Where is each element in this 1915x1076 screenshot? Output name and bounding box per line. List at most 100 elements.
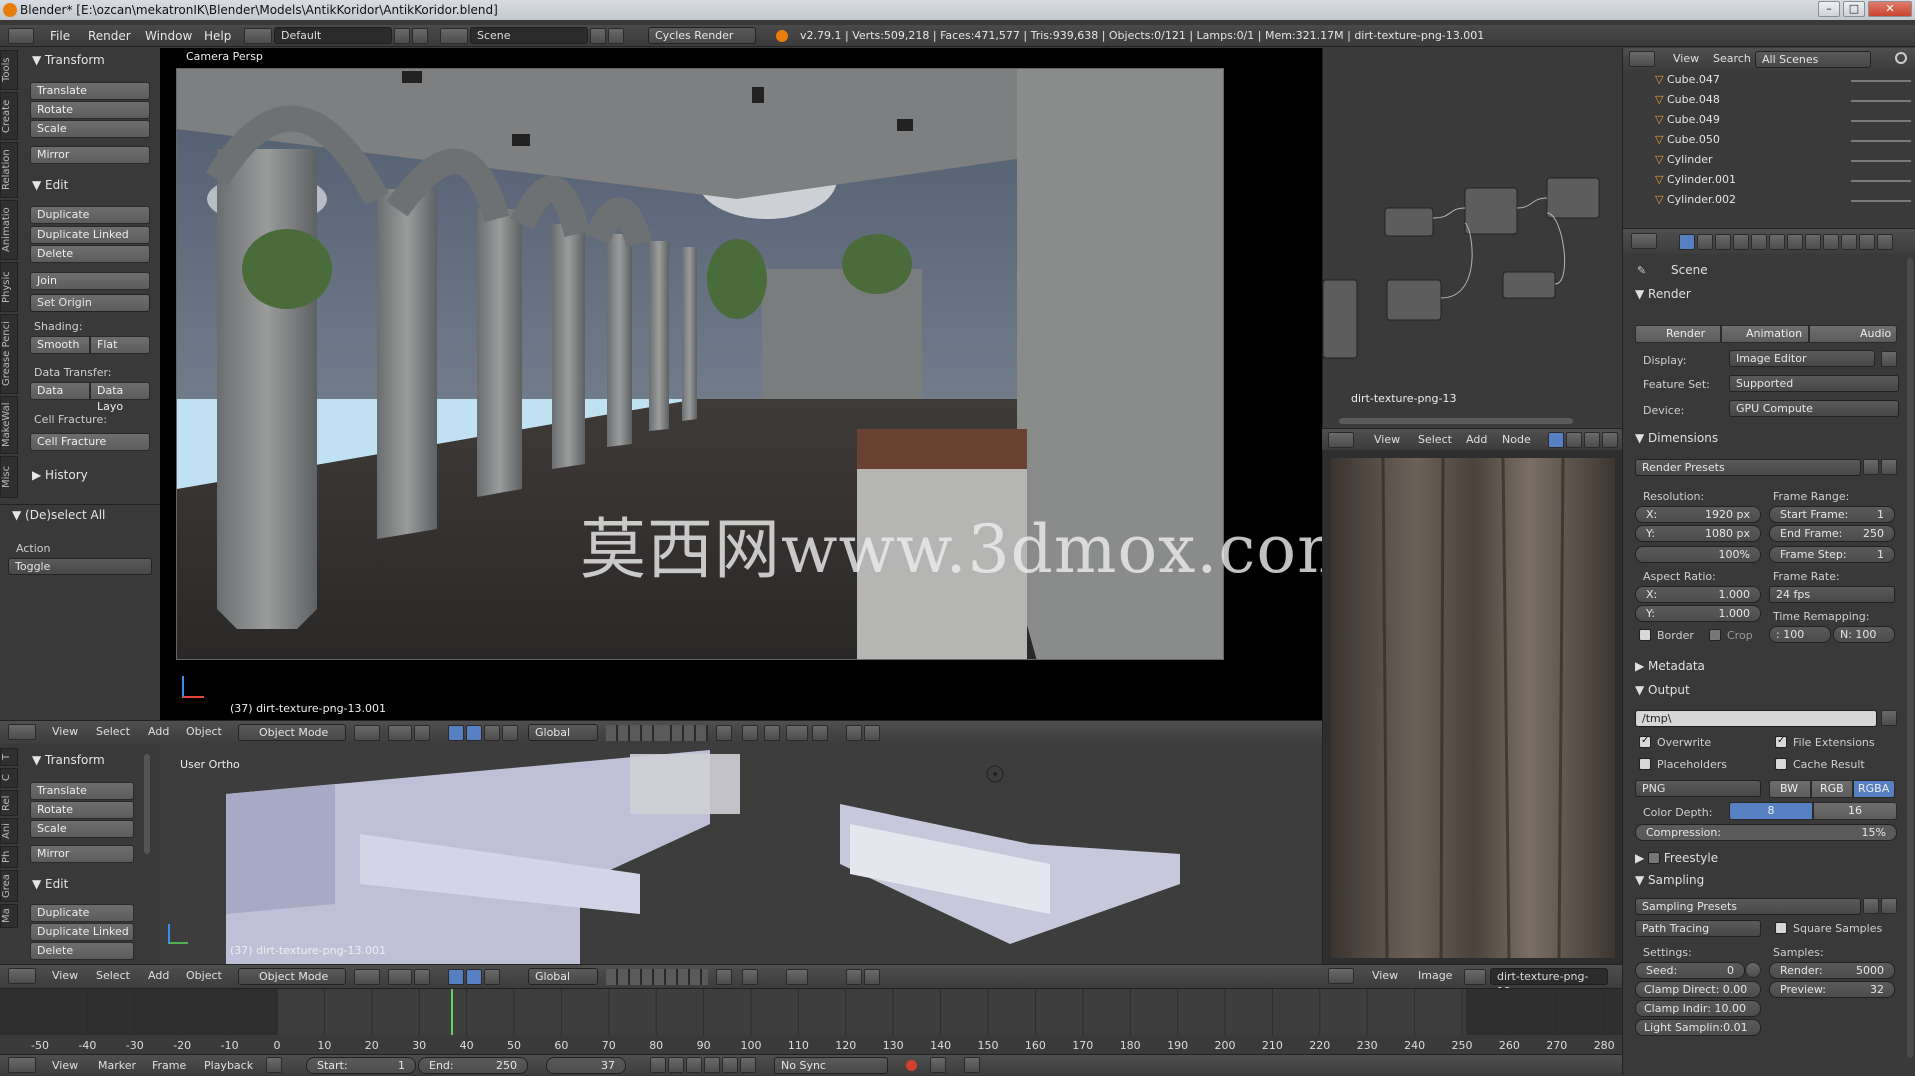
tab-animation[interactable]: Animatio: [0, 200, 18, 260]
resolution-y-field[interactable]: Y: 1080 px: [1635, 525, 1761, 542]
smooth-button[interactable]: Smooth: [30, 336, 90, 354]
tab-ani[interactable]: Ani: [0, 818, 18, 844]
next-keyframe-icon[interactable]: [722, 1057, 738, 1073]
image-menu-view[interactable]: View: [1372, 965, 1398, 987]
timeline-menu-view[interactable]: View: [52, 1055, 78, 1076]
node-menu-select[interactable]: Select: [1418, 429, 1452, 451]
layout-field[interactable]: Default: [274, 27, 392, 44]
constraints-tab-icon[interactable]: [1769, 234, 1785, 250]
viewport-3d-bottom[interactable]: User Ortho (37) dirt-texture-png-13.001: [160, 744, 1322, 964]
particles-tab-icon[interactable]: [1859, 234, 1875, 250]
proportional-icon[interactable]: [742, 725, 758, 741]
shader-node-icon[interactable]: [1548, 432, 1564, 448]
data-button[interactable]: Data: [30, 382, 90, 400]
add-layout-icon[interactable]: [394, 28, 410, 44]
scrollbar[interactable]: [144, 754, 150, 854]
node-editor[interactable]: dirt-texture-png-13: [1322, 48, 1622, 428]
duplicate-button[interactable]: Duplicate: [30, 206, 150, 224]
start-frame-timeline[interactable]: Start: 1: [306, 1057, 416, 1074]
remove-layout-icon[interactable]: [412, 28, 428, 44]
start-frame-field[interactable]: Start Frame: 1: [1769, 506, 1895, 523]
shading-mode-icon[interactable]: [354, 725, 380, 741]
set-origin-button[interactable]: Set Origin: [30, 294, 150, 312]
texture-tab-icon[interactable]: [1841, 234, 1857, 250]
rotate-button[interactable]: Rotate: [30, 101, 150, 119]
render-icon-bottom[interactable]: [846, 969, 862, 985]
outliner-scene-filter[interactable]: All Scenes: [1755, 51, 1871, 68]
record-icon[interactable]: [906, 1060, 917, 1071]
file-extensions-checkbox[interactable]: [1775, 735, 1787, 748]
resolution-x-field[interactable]: X: 1920 px: [1635, 506, 1761, 523]
play-reverse-icon[interactable]: [686, 1057, 702, 1073]
light-sampling-field[interactable]: Light Samplin:0.01: [1635, 1019, 1761, 1036]
sampling-section-header[interactable]: ▼ Sampling: [1635, 870, 1704, 890]
keying-set-icon[interactable]: [964, 1057, 980, 1073]
tab-physics[interactable]: Physic: [0, 262, 18, 312]
prev-keyframe-icon[interactable]: [668, 1057, 684, 1073]
world-tab-icon[interactable]: [1733, 234, 1749, 250]
properties-type-icon[interactable]: [1631, 233, 1657, 249]
material-tab-icon[interactable]: [1823, 234, 1839, 250]
sync-select[interactable]: No Sync: [774, 1057, 888, 1074]
scale-manipulator-icon[interactable]: [484, 725, 500, 741]
texture-node-icon[interactable]: [1566, 432, 1582, 448]
tab-t[interactable]: T: [0, 748, 18, 766]
integrator-select[interactable]: Path Tracing: [1635, 920, 1761, 937]
menu-select-bottom[interactable]: Select: [96, 965, 130, 987]
pin-icon[interactable]: ✎: [1637, 264, 1646, 277]
tab-grease-pencil[interactable]: Grease Penci: [0, 314, 18, 394]
duplicate-linked-button-bottom[interactable]: Duplicate Linked: [30, 923, 134, 941]
feature-set-select[interactable]: Supported: [1729, 375, 1899, 392]
audio-button[interactable]: Audio: [1809, 325, 1897, 343]
menu-add-bottom[interactable]: Add: [148, 965, 169, 987]
snap-icon-bottom[interactable]: [786, 969, 808, 985]
render-engine-select[interactable]: Cycles Render: [648, 27, 756, 44]
menu-view-bottom[interactable]: View: [52, 965, 78, 987]
depth-8-button[interactable]: 8: [1729, 802, 1813, 820]
preview-range-icon[interactable]: [266, 1057, 282, 1073]
object-tab-icon[interactable]: [1751, 234, 1767, 250]
info-editor-icon[interactable]: [8, 28, 34, 44]
visibility-eye-icons[interactable]: [1851, 74, 1911, 212]
node-scrollbar[interactable]: [1339, 418, 1573, 424]
overwrite-checkbox[interactable]: [1639, 735, 1651, 748]
edit-panel-header[interactable]: ▼ Edit: [32, 176, 68, 194]
play-icon[interactable]: [704, 1057, 720, 1073]
add-preset-icon[interactable]: [1863, 459, 1879, 475]
lock-interface-icon[interactable]: [1881, 351, 1897, 367]
preview-samples-field[interactable]: Preview: 32: [1769, 981, 1895, 998]
pivot-icon-bottom[interactable]: [388, 969, 412, 985]
display-select[interactable]: Image Editor: [1729, 350, 1875, 367]
mode-select-bottom[interactable]: Object Mode: [238, 968, 346, 985]
viewport-3d-top[interactable]: Camera Persp 莫西网www.3dmox.com (37) dirt-…: [160, 48, 1360, 720]
duplicate-linked-button[interactable]: Duplicate Linked: [30, 226, 150, 244]
translate-manipulator-icon-bottom[interactable]: [448, 969, 464, 985]
folder-icon[interactable]: [1881, 710, 1897, 726]
render-anim-icon[interactable]: [864, 725, 880, 741]
translate-button-bottom[interactable]: Translate: [30, 782, 134, 800]
properties-scrollbar[interactable]: [1907, 258, 1913, 1058]
maximize-button[interactable]: □: [1843, 1, 1865, 17]
menu-window[interactable]: Window: [145, 25, 192, 47]
edit-panel-header-bottom[interactable]: ▼ Edit: [32, 875, 68, 893]
metadata-section-header[interactable]: ▶ Metadata: [1635, 656, 1705, 676]
aspect-y-field[interactable]: Y: 1.000: [1635, 605, 1761, 622]
square-samples-checkbox[interactable]: [1775, 922, 1787, 934]
image-browse-icon[interactable]: [1464, 969, 1486, 985]
tab-makewalk[interactable]: MakeWal: [0, 396, 18, 454]
menu-select[interactable]: Select: [96, 721, 130, 743]
render-layers-tab-icon[interactable]: [1697, 234, 1713, 250]
compression-slider[interactable]: Compression: 15%: [1635, 824, 1897, 841]
snap-element-icon[interactable]: [812, 725, 828, 741]
tab-create[interactable]: Create: [0, 92, 18, 140]
render-samples-field[interactable]: Render: 5000: [1769, 962, 1895, 979]
data-tab-icon[interactable]: [1805, 234, 1821, 250]
duplicate-button-bottom[interactable]: Duplicate: [30, 904, 134, 922]
freestyle-section-header[interactable]: ▶ Freestyle: [1635, 848, 1718, 868]
translate-button[interactable]: Translate: [30, 82, 150, 100]
outliner-type-icon[interactable]: [1629, 51, 1655, 67]
menu-object[interactable]: Object: [186, 721, 222, 743]
menu-add[interactable]: Add: [148, 721, 169, 743]
scene-field[interactable]: Scene: [470, 27, 588, 44]
timeline-type-icon[interactable]: [8, 1057, 36, 1073]
